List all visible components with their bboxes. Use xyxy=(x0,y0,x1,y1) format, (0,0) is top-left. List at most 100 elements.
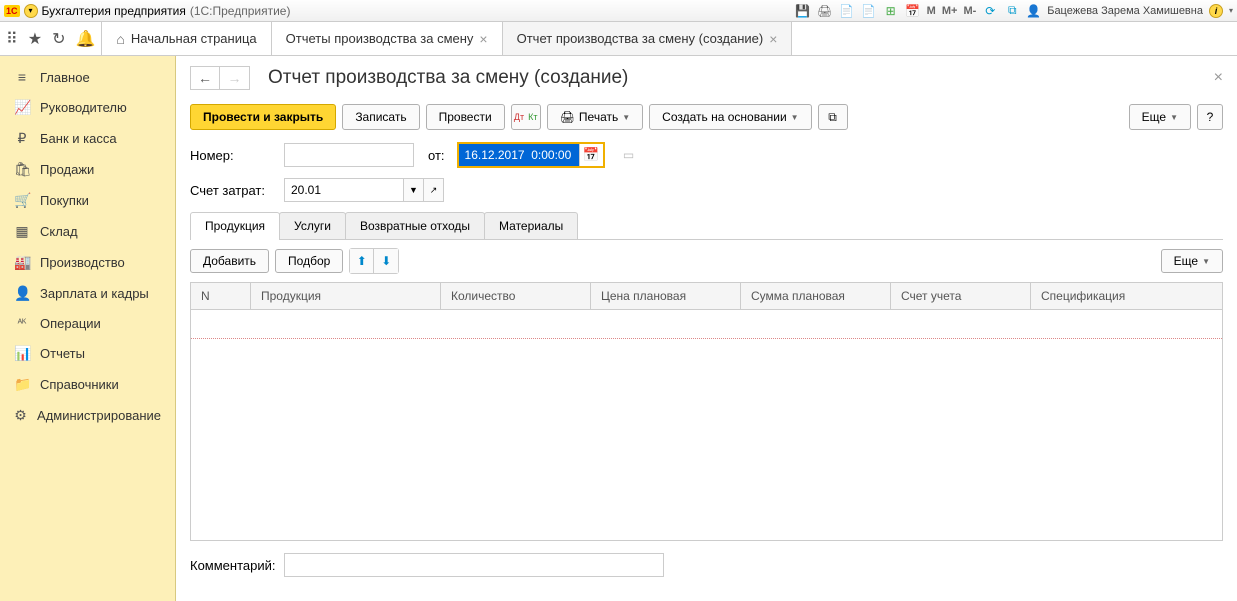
sidebar-item-label: Банк и касса xyxy=(40,131,117,146)
history-icon[interactable]: ↻ xyxy=(52,29,65,49)
sidebar-item-warehouse[interactable]: ▦ Склад xyxy=(0,216,175,247)
tabs: Продукция Услуги Возвратные отходы Матер… xyxy=(190,212,1223,240)
create-based-button[interactable]: Создать на основании▼ xyxy=(649,104,811,130)
sidebar-item-label: Покупки xyxy=(40,193,89,208)
dropdown-circle[interactable]: ▾ xyxy=(24,4,38,18)
factory-icon: 🏭 xyxy=(14,254,30,271)
close-page-icon[interactable]: × xyxy=(1214,69,1223,87)
sidebar-item-bank[interactable]: ₽ Банк и касса xyxy=(0,123,175,154)
account-dropdown-button[interactable]: ▼ xyxy=(404,178,424,202)
apps-icon[interactable]: ⠿ xyxy=(6,29,18,49)
print-icon[interactable]: 🖨 xyxy=(817,3,833,19)
account-input[interactable] xyxy=(284,178,404,202)
print-label: Печать xyxy=(579,110,618,124)
refresh-icon[interactable]: ⟳ xyxy=(982,3,998,19)
dtkt-button[interactable]: ДтКт xyxy=(511,104,541,130)
post-button[interactable]: Провести xyxy=(426,104,505,130)
bag-icon: 🛍 xyxy=(14,161,30,178)
bell-icon[interactable]: 🔔 xyxy=(75,29,95,49)
sidebar-item-catalogs[interactable]: 📁Справочники xyxy=(0,369,175,400)
add-button[interactable]: Добавить xyxy=(190,249,269,273)
table-body[interactable] xyxy=(191,310,1222,540)
tab-materials[interactable]: Материалы xyxy=(484,212,578,239)
sidebar-item-sales[interactable]: 🛍 Продажи xyxy=(0,154,175,185)
tab-current[interactable]: Отчет производства за смену (создание) × xyxy=(503,22,793,55)
gear-icon: ⚙ xyxy=(14,407,27,424)
create-based-label: Создать на основании xyxy=(662,110,787,124)
ruble-icon: ₽ xyxy=(14,130,30,147)
tab-home[interactable]: ⌂ Начальная страница xyxy=(102,22,271,55)
th-sum: Сумма плановая xyxy=(741,283,891,309)
mem-mplus[interactable]: M+ xyxy=(942,5,958,17)
comment-label: Комментарий: xyxy=(190,558,276,573)
back-button[interactable]: ← xyxy=(190,66,220,90)
menu-icon: ≡ xyxy=(14,69,30,85)
navbar: ⠿ ★ ↻ 🔔 ⌂ Начальная страница Отчеты прои… xyxy=(0,22,1237,56)
help-button[interactable]: ? xyxy=(1197,104,1223,130)
print-button[interactable]: 🖨Печать▼ xyxy=(547,104,643,130)
sidebar-item-purchases[interactable]: 🛒 Покупки xyxy=(0,185,175,216)
sidebar-item-label: Продажи xyxy=(40,162,94,177)
sidebar-item-manager[interactable]: 📈Руководителю xyxy=(0,92,175,123)
sidebar: ≡ Главное 📈Руководителю ₽ Банк и касса 🛍 Пр… xyxy=(0,56,176,601)
comment-input[interactable] xyxy=(284,553,664,577)
save-icon[interactable]: 💾 xyxy=(795,3,811,19)
tab-services[interactable]: Услуги xyxy=(279,212,346,239)
more-label: Еще xyxy=(1142,110,1166,124)
panel-icon[interactable]: ⧉ xyxy=(1004,3,1020,19)
calendar-icon[interactable]: 📅 xyxy=(905,3,921,19)
sidebar-item-salary[interactable]: 👤Зарплата и кадры xyxy=(0,278,175,309)
sidebar-item-label: Производство xyxy=(40,255,125,270)
info-icon[interactable]: i xyxy=(1209,4,1223,18)
tab-reports[interactable]: Отчеты производства за смену × xyxy=(272,22,503,55)
ak-icon: ᴬᴷ xyxy=(14,318,30,329)
star-icon[interactable]: ★ xyxy=(28,29,42,49)
mem-mminus[interactable]: M- xyxy=(963,5,976,17)
forward-button[interactable]: → xyxy=(220,66,250,90)
grid-icon: ▦ xyxy=(14,223,30,240)
cart-icon: 🛒 xyxy=(14,192,30,209)
sidebar-item-reports[interactable]: 📊Отчеты xyxy=(0,338,175,369)
table: N Продукция Количество Цена плановая Сум… xyxy=(190,282,1223,541)
sidebar-item-operations[interactable]: ᴬᴷ Операции xyxy=(0,309,175,338)
sidebar-item-production[interactable]: 🏭 Производство xyxy=(0,247,175,278)
structure-button[interactable]: ⧉ xyxy=(818,104,848,130)
number-input[interactable] xyxy=(284,143,414,167)
th-acct: Счет учета xyxy=(891,283,1031,309)
mem-m[interactable]: M xyxy=(927,5,936,17)
th-price: Цена плановая xyxy=(591,283,741,309)
th-spec: Спецификация xyxy=(1031,283,1222,309)
calendar-button[interactable]: 📅 xyxy=(579,144,603,166)
save-button[interactable]: Записать xyxy=(342,104,419,130)
calc-icon[interactable]: ⊞ xyxy=(883,3,899,19)
sidebar-item-main[interactable]: ≡ Главное xyxy=(0,62,175,92)
tab-products[interactable]: Продукция xyxy=(190,212,280,239)
sidebar-item-label: Операции xyxy=(40,316,101,331)
extra-icon[interactable]: ▭ xyxy=(621,147,637,163)
sidebar-item-admin[interactable]: ⚙ Администрирование xyxy=(0,400,175,431)
more-button[interactable]: Еще▼ xyxy=(1129,104,1191,130)
sidebar-item-label: Администрирование xyxy=(37,408,161,423)
app-name: Бухгалтерия предприятия xyxy=(42,4,186,18)
tab-home-label: Начальная страница xyxy=(131,31,257,46)
tab-reports-label: Отчеты производства за смену xyxy=(286,31,474,46)
tab-returns[interactable]: Возвратные отходы xyxy=(345,212,485,239)
move-up-button[interactable]: ⬆ xyxy=(350,249,374,273)
move-down-button[interactable]: ⬇ xyxy=(374,249,398,273)
doc-icon[interactable]: 📄 xyxy=(861,3,877,19)
tab-close-icon[interactable]: × xyxy=(479,31,487,47)
sidebar-item-label: Склад xyxy=(40,224,78,239)
post-and-close-button[interactable]: Провести и закрыть xyxy=(190,104,336,130)
platform-name: (1С:Предприятие) xyxy=(190,4,291,18)
logo-1c: 1C xyxy=(4,5,20,17)
account-open-button[interactable]: ↗ xyxy=(424,178,444,202)
compare-icon[interactable]: 📄 xyxy=(839,3,855,19)
printer-icon: 🖨 xyxy=(560,110,575,124)
date-input[interactable] xyxy=(459,144,579,166)
pick-button[interactable]: Подбор xyxy=(275,249,343,273)
sub-more-button[interactable]: Еще▼ xyxy=(1161,249,1223,273)
tab-close-icon[interactable]: × xyxy=(769,31,777,47)
barchart-icon: 📊 xyxy=(14,345,30,362)
sidebar-item-label: Главное xyxy=(40,70,90,85)
chart-icon: 📈 xyxy=(14,99,30,116)
